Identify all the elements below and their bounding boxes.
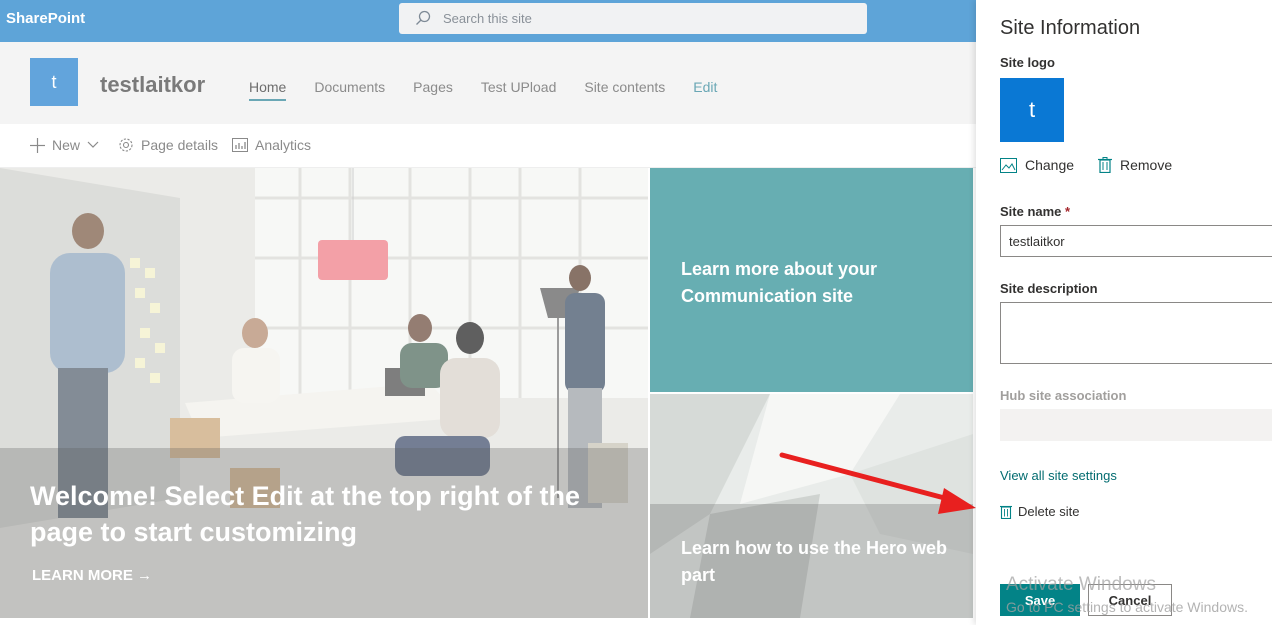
- cancel-button[interactable]: Cancel: [1088, 584, 1172, 616]
- change-label: Change: [1025, 157, 1075, 173]
- panel-title: Site Information: [1000, 17, 1141, 39]
- delete-site-button[interactable]: Delete site: [1000, 504, 1079, 519]
- hero-tile-communication-title: Learn more about your Communication site: [681, 259, 878, 306]
- page-details-label: Page details: [141, 137, 219, 153]
- nav-item-test-upload[interactable]: Test UPload: [481, 79, 556, 101]
- site-description-input[interactable]: [1000, 302, 1272, 364]
- site-name-input[interactable]: [1000, 225, 1272, 257]
- analytics-button[interactable]: Analytics: [232, 137, 311, 153]
- nav-item-pages[interactable]: Pages: [413, 79, 453, 101]
- image-icon: [1000, 157, 1017, 173]
- gear-icon: [119, 138, 133, 152]
- remove-label: Remove: [1120, 157, 1173, 173]
- new-button[interactable]: New: [30, 137, 99, 153]
- site-logo[interactable]: t: [30, 58, 78, 106]
- page-details-button[interactable]: Page details: [118, 137, 218, 153]
- site-title[interactable]: testlaitkor: [100, 72, 205, 98]
- hub-site-association-label: Hub site association: [1000, 388, 1127, 403]
- command-bar: New Page details Analytics: [0, 124, 976, 168]
- site-logo-preview: t: [1000, 78, 1064, 142]
- hero-tile-communication[interactable]: Learn more about your Communication site: [650, 168, 973, 392]
- nav-item-documents[interactable]: Documents: [314, 79, 385, 101]
- site-information-panel: Site Information Site logo t Change Remo…: [976, 0, 1272, 625]
- change-logo-button[interactable]: Change: [1000, 157, 1074, 173]
- plus-icon: [30, 137, 45, 153]
- nav-item-home[interactable]: Home: [249, 79, 287, 101]
- required-marker: *: [1065, 204, 1071, 219]
- sharepoint-brand[interactable]: SharePoint: [6, 10, 85, 27]
- new-label: New: [52, 137, 81, 153]
- delete-site-label: Delete site: [1018, 504, 1080, 519]
- trash-icon: [1000, 505, 1012, 519]
- analytics-icon: [232, 138, 248, 152]
- search-input[interactable]: Search this site: [443, 11, 532, 26]
- site-name-label-text: Site name: [1000, 204, 1062, 219]
- remove-logo-button[interactable]: Remove: [1098, 157, 1172, 173]
- site-navigation: Home Documents Pages Test UPload Site co…: [249, 79, 745, 101]
- search-icon: [416, 10, 431, 25]
- hero-main-title: Welcome! Select Edit at the top right of…: [30, 481, 581, 547]
- site-header: t testlaitkor Home Documents Pages Test …: [0, 42, 976, 124]
- site-description-label: Site description: [1000, 281, 1098, 296]
- hero-tile-hero-webpart-title: Learn how to use the Hero web part: [681, 538, 948, 585]
- hero-learn-more-link[interactable]: LEARN MORE →: [32, 567, 152, 584]
- view-all-site-settings-link[interactable]: View all site settings: [1000, 468, 1117, 483]
- hero-main-tile[interactable]: Welcome! Select Edit at the top right of…: [0, 168, 648, 618]
- office-meeting-image: [0, 168, 648, 618]
- save-button[interactable]: Save: [1000, 584, 1080, 616]
- analytics-label: Analytics: [255, 137, 312, 153]
- hub-site-association-dropdown: [1000, 409, 1272, 441]
- site-logo-label: Site logo: [1000, 55, 1055, 70]
- nav-edit-link[interactable]: Edit: [693, 79, 717, 101]
- hero-tile-hero-webpart[interactable]: Learn how to use the Hero web part: [650, 394, 973, 618]
- nav-item-site-contents[interactable]: Site contents: [584, 79, 665, 101]
- site-name-label: Site name *: [1000, 204, 1070, 219]
- search-box[interactable]: Search this site: [399, 3, 867, 34]
- chevron-down-icon: [87, 141, 99, 148]
- trash-icon: [1098, 157, 1112, 173]
